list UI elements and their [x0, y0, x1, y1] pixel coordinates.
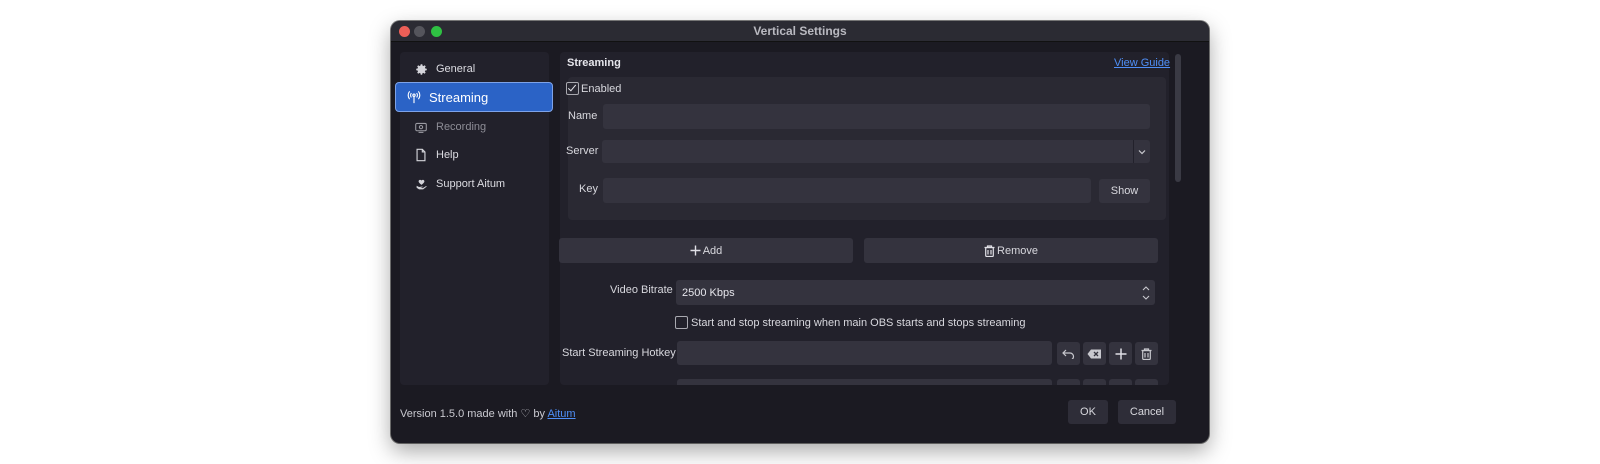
sidebar-item-label: Recording — [436, 121, 487, 133]
sidebar-item-label: Support Aitum — [436, 178, 506, 190]
sidebar-item-label: Help — [436, 149, 459, 161]
server-label: Server — [566, 145, 599, 157]
version-footer: Version 1.5.0 made with ♡ by Aitum — [400, 407, 576, 420]
stop-hotkey-input[interactable] — [677, 379, 1052, 385]
auto-start-label: Start and stop streaming when main OBS s… — [691, 317, 1026, 329]
view-guide-link[interactable]: View Guide — [1114, 57, 1170, 69]
add-label: Add — [702, 244, 723, 257]
plus-icon — [690, 245, 701, 256]
start-hotkey-input[interactable] — [677, 341, 1052, 365]
sidebar-item-label: General — [436, 63, 476, 75]
key-label: Key — [579, 183, 598, 195]
ok-button[interactable]: OK — [1068, 400, 1108, 424]
sidebar-item-label: Streaming — [429, 89, 489, 105]
enabled-label: Enabled — [581, 83, 622, 95]
section-title: Streaming — [567, 57, 621, 69]
scrollbar-thumb[interactable] — [1175, 54, 1181, 182]
undo-icon — [1062, 349, 1075, 359]
hotkey-button-partial[interactable] — [1135, 379, 1158, 385]
video-bitrate-label: Video Bitrate — [610, 284, 673, 296]
settings-window: Vertical Settings General Streaming Reco… — [391, 21, 1209, 443]
video-bitrate-spinbox[interactable]: 2500 Kbps — [676, 280, 1155, 305]
add-button[interactable]: Add — [559, 238, 853, 263]
sidebar-item-support-aitum[interactable]: Support Aitum — [400, 169, 549, 199]
heart-hand-icon — [414, 177, 428, 191]
trash-icon — [984, 244, 995, 257]
add-hotkey-button[interactable] — [1109, 342, 1132, 365]
remove-hotkey-button[interactable] — [1135, 342, 1158, 365]
clear-hotkey-button[interactable] — [1083, 342, 1106, 365]
name-label: Name — [568, 110, 598, 122]
video-bitrate-value: 2500 Kbps — [682, 286, 735, 299]
remove-label: Remove — [997, 244, 1038, 257]
sidebar-item-general[interactable]: General — [400, 54, 549, 84]
version-text: Version 1.5.0 made with ♡ by — [400, 408, 548, 420]
antenna-icon — [407, 90, 421, 104]
sidebar: General Streaming Recording Help Support… — [395, 52, 553, 385]
enabled-checkbox[interactable] — [566, 82, 579, 95]
sidebar-item-recording[interactable]: Recording — [400, 112, 549, 142]
window-title: Vertical Settings — [753, 24, 847, 38]
cancel-button[interactable]: Cancel — [1118, 400, 1176, 424]
document-icon — [414, 148, 428, 162]
gear-icon — [414, 62, 428, 76]
sidebar-item-help[interactable]: Help — [400, 140, 549, 170]
revert-hotkey-button[interactable] — [1057, 342, 1080, 365]
name-input[interactable] — [603, 104, 1150, 129]
title-bar: Vertical Settings — [391, 21, 1209, 42]
show-key-button[interactable]: Show — [1099, 179, 1150, 203]
remove-button[interactable]: Remove — [864, 238, 1158, 263]
aitum-link[interactable]: Aitum — [547, 408, 575, 420]
stream-key-input[interactable] — [603, 178, 1091, 203]
server-select[interactable] — [602, 140, 1150, 163]
hotkey-button-partial[interactable] — [1057, 379, 1080, 385]
auto-start-checkbox[interactable] — [675, 316, 688, 329]
hotkey-button-partial[interactable] — [1083, 379, 1106, 385]
hotkey-button-partial[interactable] — [1109, 379, 1132, 385]
backspace-icon — [1087, 349, 1101, 358]
plus-icon — [1115, 348, 1126, 359]
sidebar-item-streaming[interactable]: Streaming — [395, 82, 553, 112]
trash-icon — [1141, 347, 1152, 360]
start-hotkey-label: Start Streaming Hotkey — [562, 347, 676, 359]
spinner-arrows-icon[interactable] — [1141, 282, 1151, 303]
chevron-down-icon — [1133, 140, 1150, 163]
recording-icon — [414, 120, 428, 134]
